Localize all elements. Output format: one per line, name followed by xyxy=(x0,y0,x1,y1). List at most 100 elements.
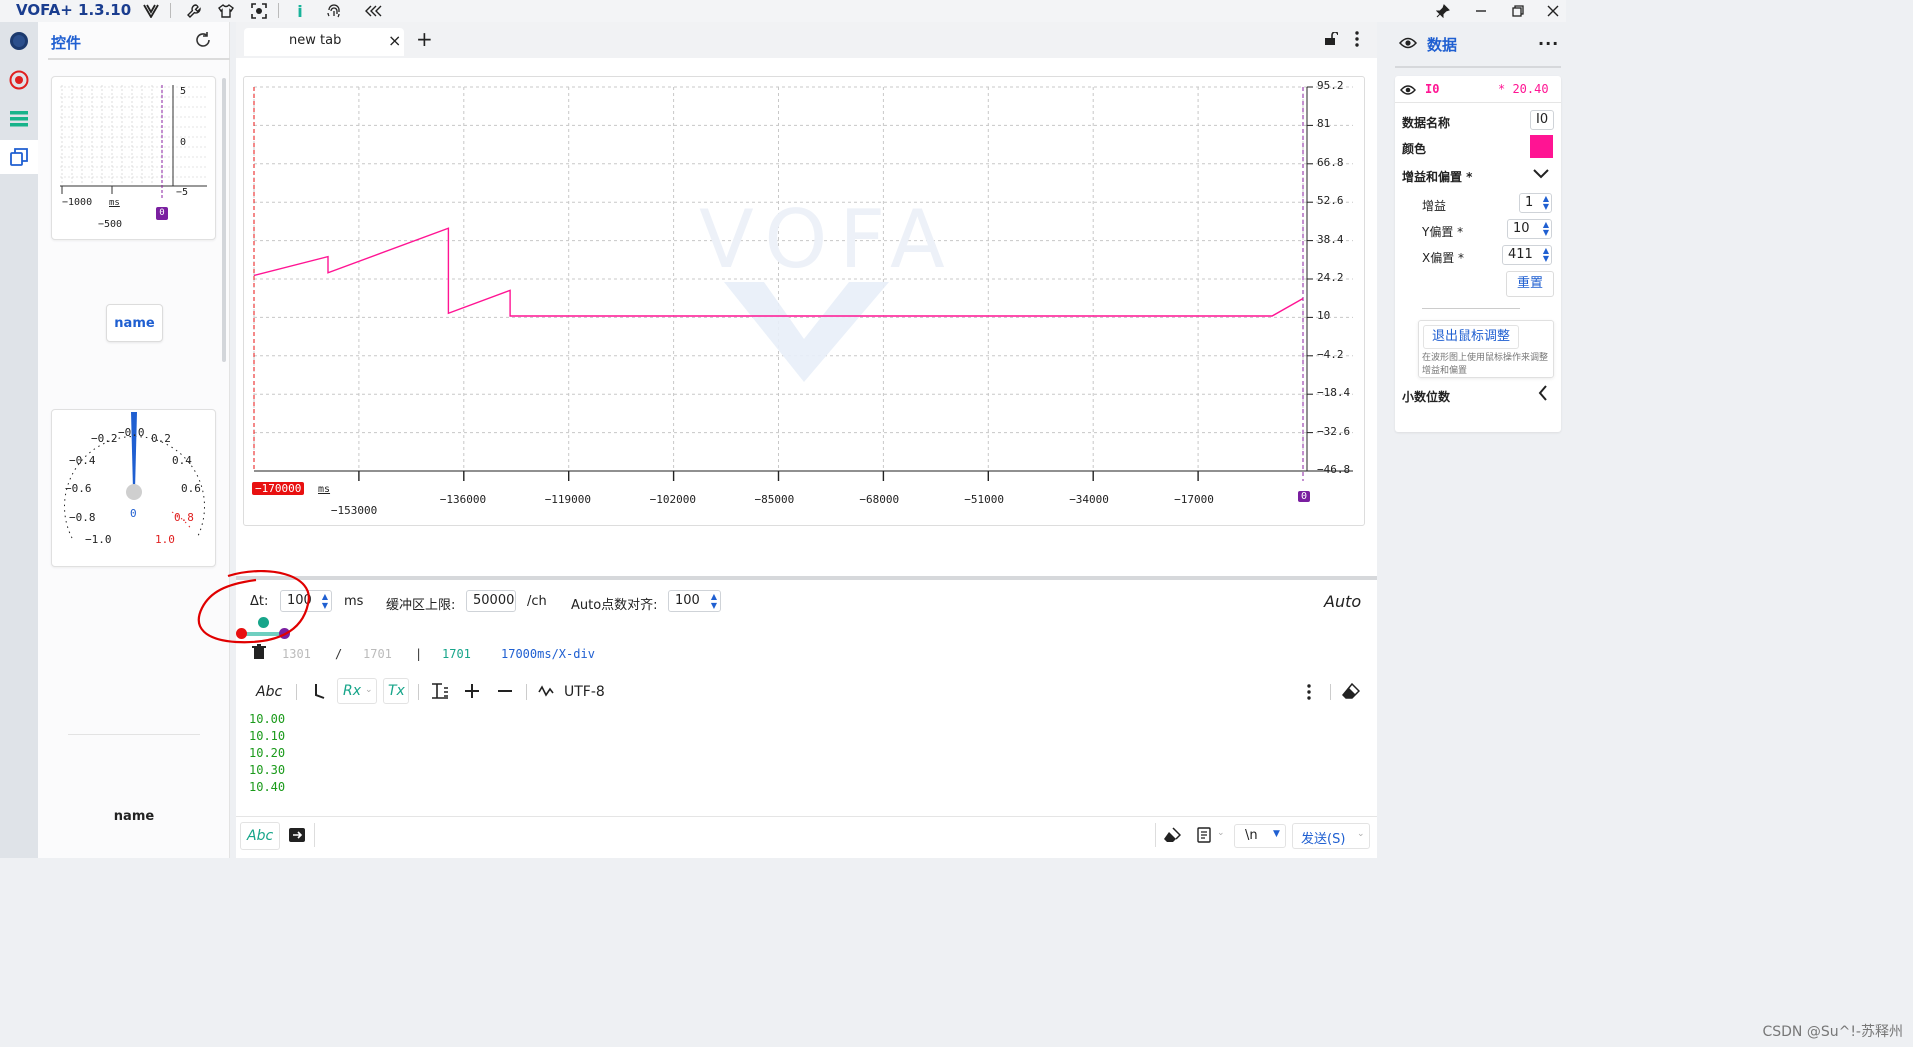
fingerprint-icon[interactable] xyxy=(323,0,345,22)
counter-b: 1701 xyxy=(363,647,392,661)
x-tick-label: −119000 xyxy=(544,493,592,506)
channel-value: * 20.40 xyxy=(1498,82,1549,96)
rx-button[interactable]: Rx ⌄ xyxy=(337,678,377,704)
dial-label-06: 0.6 xyxy=(181,482,201,495)
newline-value: \n xyxy=(1245,828,1258,843)
name-button[interactable]: name xyxy=(106,304,163,342)
send-button[interactable]: 发送(S) ⌄ xyxy=(1292,823,1370,849)
tx-button[interactable]: Tx xyxy=(383,678,409,704)
clear-send-icon[interactable] xyxy=(1163,827,1182,847)
reset-button[interactable]: 重置 xyxy=(1506,271,1554,297)
minimize-icon[interactable] xyxy=(1470,0,1492,22)
tab-new-tab[interactable]: new tab × xyxy=(244,28,404,56)
cursor-icon[interactable] xyxy=(314,683,326,703)
y-tick-label: −18.4 xyxy=(1317,386,1351,400)
delete-icon[interactable] xyxy=(252,644,266,664)
dial-label-top: −0.0 xyxy=(118,426,145,439)
refresh-icon[interactable] xyxy=(194,31,212,53)
buffer-input[interactable]: 50000 xyxy=(466,590,516,612)
chevron-left-icon[interactable] xyxy=(1538,385,1548,405)
console-line: 10.10 xyxy=(249,729,286,743)
exit-mouse-button[interactable]: 退出鼠标调整 xyxy=(1423,325,1519,349)
data-panel: 数据 ··· I0 * 20.40 数据名称 I0 颜色 增益和偏置 * 增益 … xyxy=(1386,22,1566,858)
connection-icon[interactable] xyxy=(8,30,30,52)
channel-eye-icon[interactable] xyxy=(1400,84,1416,100)
plot-watermark-text: VOFA xyxy=(699,193,957,286)
encoding-select[interactable]: UTF-8 xyxy=(564,684,605,700)
x-offset-spinbox[interactable]: 411 ▲ ▼ xyxy=(1502,245,1552,265)
y-tick-label: 52.6 xyxy=(1317,194,1344,208)
list-icon[interactable] xyxy=(8,108,30,130)
tab-more-icon[interactable] xyxy=(1354,30,1360,52)
unlock-icon[interactable] xyxy=(1324,31,1339,50)
zoom-out-icon[interactable] xyxy=(497,683,513,703)
y-tick-label: 24.2 xyxy=(1317,271,1344,284)
dial-label-neg10: −1.0 xyxy=(85,533,112,546)
close-window-icon[interactable] xyxy=(1542,0,1564,22)
eraser-icon[interactable] xyxy=(1341,682,1361,703)
record-icon[interactable] xyxy=(8,69,30,91)
spin-arrows-icon[interactable]: ▲ ▼ xyxy=(711,592,717,610)
mini-x-a: −1000 xyxy=(62,197,93,208)
dial-widget[interactable]: −0.2 −0.0 0.2 −0.4 0.4 −0.6 0.6 −0.8 0.8… xyxy=(51,409,216,567)
auto-align-spinbox[interactable]: 100 ▲ ▼ xyxy=(668,590,721,612)
tab-label: new tab xyxy=(289,33,342,48)
color-swatch[interactable] xyxy=(1530,135,1553,158)
send-input[interactable] xyxy=(316,820,1152,852)
data-name-input[interactable]: I0 xyxy=(1530,110,1554,130)
channel-name[interactable]: I0 xyxy=(1425,82,1439,96)
zoom-in-icon[interactable] xyxy=(464,683,480,703)
mini-plot-widget[interactable]: 5 0 −5 −1000 ms −500 0 xyxy=(51,76,216,240)
tab-close-icon[interactable]: × xyxy=(388,31,401,50)
shirt-icon[interactable] xyxy=(215,0,237,22)
restore-icon[interactable] xyxy=(1507,0,1529,22)
bottom-panel: Δt: 100 ▲ ▼ ms 缓冲区上限: 50000 /ch Auto点数对齐:… xyxy=(197,570,1377,858)
rx-dropdown-icon[interactable]: ⌄ xyxy=(365,685,373,695)
collapse-icon[interactable] xyxy=(362,0,384,22)
newline-dropdown-icon[interactable]: ▼ xyxy=(1273,829,1280,839)
history-dropdown-icon[interactable]: ⌄ xyxy=(1217,828,1225,838)
auto-mode-label[interactable]: Auto xyxy=(1324,592,1361,611)
text-format-icon[interactable] xyxy=(431,683,449,703)
add-tab-icon[interactable]: + xyxy=(416,27,433,51)
data-panel-more-icon[interactable]: ··· xyxy=(1538,34,1559,53)
decimals-label: 小数位数 xyxy=(1402,390,1451,404)
waveform-icon[interactable] xyxy=(538,684,554,702)
pin-icon[interactable] xyxy=(1432,0,1454,22)
y-tick-label: 66.8 xyxy=(1317,155,1344,169)
eye-icon[interactable] xyxy=(1398,36,1418,54)
chevron-down-icon[interactable] xyxy=(1533,168,1549,183)
plot-area: VOFA 95.2 81 66.8 52.6 38.4 24.2 10 −4.2 −18.4 −3… xyxy=(236,58,1377,576)
toolbar-divider xyxy=(526,684,527,700)
spin-arrows-icon[interactable]: ▲ ▼ xyxy=(1543,195,1549,211)
buffer-label: 缓冲区上限: xyxy=(386,598,456,613)
tab-strip: new tab × + xyxy=(236,22,1377,58)
y-tick-label: −4.2 xyxy=(1317,347,1344,361)
spin-arrows-icon[interactable]: ▲ ▼ xyxy=(1543,221,1549,237)
send-abc-button[interactable]: Abc xyxy=(240,822,280,850)
x-unit-label: ms xyxy=(318,484,331,495)
console-more-icon[interactable] xyxy=(1306,684,1312,704)
x-tick-label: −136000 xyxy=(439,493,487,506)
send-dropdown-icon[interactable]: ⌄ xyxy=(1357,829,1365,839)
wrench-icon[interactable] xyxy=(183,0,205,22)
send-file-icon[interactable] xyxy=(288,827,306,847)
waveform-plot[interactable]: VOFA 95.2 81 66.8 52.6 38.4 24.2 10 −4.2 −18.4 −3… xyxy=(243,76,1365,526)
capture-icon[interactable] xyxy=(248,0,270,22)
info-icon[interactable]: i xyxy=(289,0,311,22)
vofa-logo-icon[interactable] xyxy=(140,0,162,22)
newline-select[interactable]: \n ▼ xyxy=(1234,824,1286,848)
dial-value: 0 xyxy=(130,507,137,520)
toolbar-divider xyxy=(296,684,297,700)
y-tick-label: −32.6 xyxy=(1317,424,1351,438)
abc-mode-button[interactable]: Abc xyxy=(256,684,282,700)
y-offset-value: 10 xyxy=(1513,221,1530,236)
controls-scrollbar[interactable] xyxy=(222,78,226,362)
spin-arrows-icon[interactable]: ▲ ▼ xyxy=(1543,247,1549,263)
widgets-icon[interactable] xyxy=(8,146,30,168)
send-history-icon[interactable] xyxy=(1196,827,1212,847)
gain-spinbox[interactable]: 1 ▲ ▼ xyxy=(1519,193,1552,213)
exit-mouse-hint: 在波形图上使用鼠标操作来调整增益和偏置 xyxy=(1422,353,1549,376)
y-offset-spinbox[interactable]: 10 ▲ ▼ xyxy=(1507,219,1552,239)
gain-divider xyxy=(1422,308,1520,309)
